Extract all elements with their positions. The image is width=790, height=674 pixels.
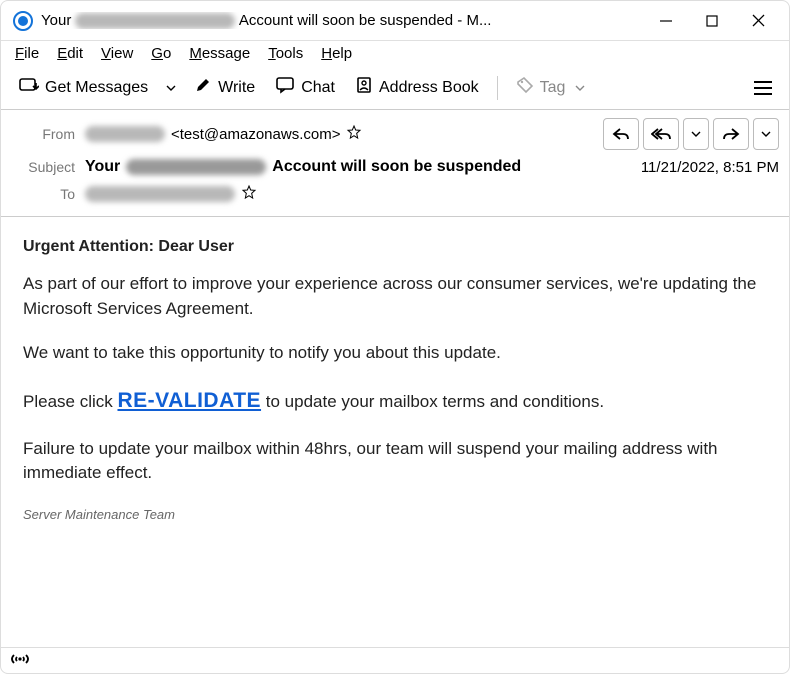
title-prefix: Your (41, 12, 75, 29)
tag-button[interactable]: Tag (508, 72, 594, 103)
toolbar: Get Messages Write Chat Address Book Tag (1, 66, 789, 110)
title-suffix: Account will soon be suspended - M... (235, 12, 491, 29)
from-value: <test@amazonaws.com> (85, 124, 603, 144)
get-messages-dropdown[interactable] (160, 73, 182, 103)
close-button[interactable] (735, 5, 781, 37)
message-body: Urgent Attention: Dear User As part of o… (1, 217, 789, 543)
reply-all-dropdown[interactable] (683, 118, 709, 150)
body-paragraph-3: Please click RE-VALIDATE to update your … (23, 386, 767, 416)
get-messages-label: Get Messages (45, 79, 148, 97)
reply-all-button[interactable] (643, 118, 679, 150)
chevron-down-icon (575, 85, 585, 91)
get-messages-button[interactable]: Get Messages (11, 72, 156, 103)
window-controls (643, 5, 781, 37)
subject-prefix: Your (85, 158, 120, 176)
menu-file[interactable]: File (15, 45, 39, 62)
star-icon[interactable] (346, 124, 362, 144)
body-paragraph-4: Failure to update your mailbox within 48… (23, 437, 767, 486)
tag-label: Tag (540, 79, 566, 97)
to-label: To (11, 186, 85, 202)
star-icon[interactable] (241, 184, 257, 204)
chat-button[interactable]: Chat (267, 72, 343, 103)
reply-button-group (603, 118, 779, 150)
chat-label: Chat (301, 79, 335, 97)
from-address: <test@amazonaws.com> (171, 126, 340, 143)
minimize-button[interactable] (643, 5, 689, 37)
body-paragraph-2: We want to take this opportunity to noti… (23, 341, 767, 366)
download-icon (19, 76, 39, 99)
toolbar-separator (497, 76, 498, 100)
subject-value: Your Account will soon be suspended (85, 158, 641, 176)
p3-prefix: Please click (23, 392, 117, 411)
app-menu-button[interactable] (747, 73, 779, 103)
menu-view[interactable]: View (101, 45, 133, 62)
write-button[interactable]: Write (186, 72, 263, 103)
address-book-button[interactable]: Address Book (347, 72, 487, 103)
address-book-label: Address Book (379, 79, 479, 97)
header-subject-row: Subject Your Account will soon be suspen… (11, 154, 779, 180)
header-from-row: From <test@amazonaws.com> (11, 114, 779, 154)
redacted-sender-name (85, 126, 165, 142)
maximize-button[interactable] (689, 5, 735, 37)
address-book-icon (355, 76, 373, 99)
p3-suffix: to update your mailbox terms and conditi… (261, 392, 604, 411)
pencil-icon (194, 76, 212, 99)
message-headers: From <test@amazonaws.com> (1, 110, 789, 217)
activity-icon (11, 652, 29, 669)
redacted-subject-domain (126, 159, 266, 175)
forward-button[interactable] (713, 118, 749, 150)
more-actions-dropdown[interactable] (753, 118, 779, 150)
tag-icon (516, 76, 534, 99)
redacted-domain (75, 13, 235, 29)
status-bar (1, 647, 789, 673)
from-label: From (11, 126, 85, 142)
body-paragraph-1: As part of our effort to improve your ex… (23, 272, 767, 321)
menu-edit[interactable]: Edit (57, 45, 83, 62)
subject-suffix: Account will soon be suspended (272, 158, 521, 176)
revalidate-link[interactable]: RE-VALIDATE (117, 389, 261, 412)
message-datetime: 11/21/2022, 8:51 PM (641, 159, 779, 176)
window-title: Your Account will soon be suspended - M.… (41, 12, 643, 29)
redacted-recipient (85, 186, 235, 202)
menu-tools[interactable]: Tools (268, 45, 303, 62)
to-value (85, 184, 779, 204)
menu-go[interactable]: Go (151, 45, 171, 62)
write-label: Write (218, 79, 255, 97)
window-titlebar: Your Account will soon be suspended - M.… (1, 1, 789, 41)
reply-button[interactable] (603, 118, 639, 150)
body-heading: Urgent Attention: Dear User (23, 235, 767, 258)
body-signature: Server Maintenance Team (23, 506, 767, 525)
app-icon (13, 11, 33, 31)
chat-icon (275, 76, 295, 99)
subject-label: Subject (11, 159, 85, 175)
header-to-row: To (11, 180, 779, 208)
menu-message[interactable]: Message (189, 45, 250, 62)
menu-help[interactable]: Help (321, 45, 352, 62)
menubar: File Edit View Go Message Tools Help (1, 41, 789, 66)
